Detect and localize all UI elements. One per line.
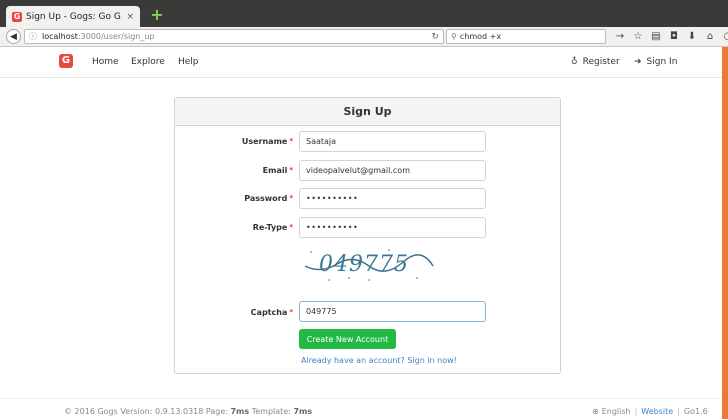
go-arrow-icon[interactable]: → xyxy=(612,31,628,42)
reload-icon[interactable]: ↻ xyxy=(431,32,439,42)
nav-home-link[interactable]: Home xyxy=(92,57,119,67)
back-arrow-icon[interactable]: ◀ xyxy=(6,29,21,44)
signup-title: Sign Up xyxy=(175,98,560,126)
home-icon[interactable]: ⌂ xyxy=(702,31,718,42)
website-link[interactable]: Website xyxy=(641,407,673,416)
browser-tab-bar: G Sign Up - Gogs: Go G... × + xyxy=(0,0,728,27)
url-bar[interactable]: ⓘ localhost:3000/user/sign_up ↻ xyxy=(24,29,444,44)
new-tab-icon[interactable]: + xyxy=(150,7,164,23)
captcha-text: 049775 xyxy=(319,252,409,277)
captcha-image: 049775 xyxy=(299,244,439,284)
register-label: Register xyxy=(582,57,620,67)
signin-now-link[interactable]: Already have an account? Sign in now! xyxy=(301,356,457,365)
required-mark: * xyxy=(289,166,293,174)
url-host: localhost xyxy=(42,32,78,41)
tab-title: Sign Up - Gogs: Go G... xyxy=(26,11,123,22)
username-label: Username * xyxy=(241,137,293,146)
reading-list-icon[interactable]: ▤ xyxy=(648,31,664,42)
globe-icon: ⊕ xyxy=(592,407,599,416)
signup-card: Sign Up Username * Saataja Email * videopa… xyxy=(174,97,561,374)
email-field[interactable]: videopalvelut@gmail.com xyxy=(299,160,486,181)
create-account-button[interactable]: Create New Account xyxy=(299,329,396,349)
url-path: :3000/user/sign_up xyxy=(77,32,155,41)
chat-icon[interactable]: ○ xyxy=(720,31,728,42)
tab-close-icon[interactable]: × xyxy=(126,12,134,22)
gogs-favicon-icon: G xyxy=(12,11,22,22)
footer-version-info: © 2016 Gogs Version: 0.9.13.0318 Page: 7… xyxy=(64,407,313,416)
nav-help-link[interactable]: Help xyxy=(178,57,199,67)
browser-nav-bar: ◀ ⓘ localhost:3000/user/sign_up ↻ ⚲ chmo… xyxy=(0,27,728,47)
pocket-icon[interactable]: ◘ xyxy=(666,31,682,42)
required-mark: * xyxy=(289,137,293,145)
signin-label: Sign In xyxy=(646,57,678,67)
go-version: Go1.6 xyxy=(683,407,708,416)
app-header: G Home Explore Help ♁ Register ➜ Sign In xyxy=(0,47,722,78)
gogs-logo-icon[interactable]: G xyxy=(59,54,73,68)
page-footer: © 2016 Gogs Version: 0.9.13.0318 Page: 7… xyxy=(0,398,722,420)
bookmark-star-icon[interactable]: ☆ xyxy=(630,31,646,42)
required-mark: * xyxy=(289,308,293,316)
required-mark: * xyxy=(289,194,293,202)
retype-label: Re-Type * xyxy=(252,223,293,232)
browser-toolbar: → ☆ ▤ ◘ ⬇ ⌂ ○ ≡ xyxy=(612,29,728,44)
required-mark: * xyxy=(289,223,293,231)
site-info-icon[interactable]: ⓘ xyxy=(29,31,37,42)
browser-tab[interactable]: G Sign Up - Gogs: Go G... × xyxy=(6,6,140,27)
register-icon: ♁ xyxy=(571,57,578,67)
password-field[interactable]: •••••••••• xyxy=(299,188,486,209)
language-selector[interactable]: English xyxy=(602,407,631,416)
page-scrollbar[interactable] xyxy=(722,47,728,419)
nav-explore-link[interactable]: Explore xyxy=(131,57,165,67)
captcha-label: Captcha * xyxy=(250,308,293,317)
search-icon: ⚲ xyxy=(451,32,457,41)
download-icon[interactable]: ⬇ xyxy=(684,31,700,42)
username-field[interactable]: Saataja xyxy=(299,131,486,152)
register-link[interactable]: ♁ Register xyxy=(571,57,620,67)
password-label: Password * xyxy=(244,194,293,203)
search-bar[interactable]: ⚲ chmod +x xyxy=(446,29,606,44)
retype-password-field[interactable]: •••••••••• xyxy=(299,217,486,238)
signin-link[interactable]: ➜ Sign In xyxy=(634,57,677,67)
email-label: Email * xyxy=(262,166,293,175)
signin-icon: ➜ xyxy=(634,57,642,67)
captcha-field[interactable]: 049775 xyxy=(299,301,486,322)
footer-links: ⊕ English | Website | Go1.6 xyxy=(592,407,708,416)
search-value: chmod +x xyxy=(459,32,502,41)
